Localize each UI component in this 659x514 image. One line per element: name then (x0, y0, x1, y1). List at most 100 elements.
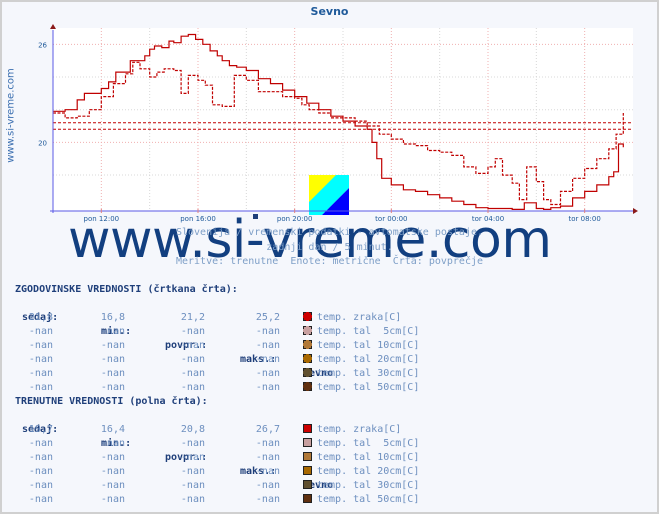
table-row: -nan -nan -nan -nan temp. tal 30cm[C] (15, 367, 419, 381)
legend-label: temp. tal 20cm[C] (317, 466, 420, 477)
plot-area: 2026pon 12:00 pon 16:00 pon 20:00 tor 00:00… (38, 24, 638, 223)
table-row: -nan -nan -nan -nan temp. tal 20cm[C] (15, 465, 419, 479)
value-now: -nan (28, 480, 53, 491)
value-min: 16,8 (100, 312, 125, 323)
table-row: -nan -nan -nan -nan temp. tal 10cm[C] (15, 451, 419, 465)
y-tick-label: 26 (38, 41, 47, 49)
value-now: -nan (28, 340, 53, 351)
legend-label: temp. tal 50cm[C] (317, 494, 420, 505)
color-swatch-icon (303, 368, 312, 377)
legend-item: temp. tal 30cm[C] (303, 367, 419, 381)
value-min: -nan (100, 368, 125, 379)
legend-label: temp. tal 50cm[C] (317, 382, 420, 393)
table-row: -nan -nan -nan -nan temp. tal 5cm[C] (15, 325, 419, 339)
historical-table: ZGODOVINSKE VREDNOSTI (črtkana črta): se… (15, 283, 419, 395)
value-min: -nan (100, 340, 125, 351)
legend-item: temp. tal 20cm[C] (303, 465, 419, 479)
y-axis-arrow-icon (50, 24, 56, 29)
current-table: TRENUTNE VREDNOSTI (polna črta): sedaj: … (15, 395, 419, 507)
table-row: 21,8 16,8 21,2 25,2 temp. zraka[C] (15, 311, 401, 325)
legend-label: temp. zraka[C] (317, 424, 402, 435)
value-max: -nan (255, 382, 280, 393)
value-avg: 21,2 (180, 312, 205, 323)
value-min: -nan (100, 354, 125, 365)
value-max: -nan (255, 438, 280, 449)
legend-label: temp. tal 10cm[C] (317, 340, 420, 351)
legend-item: temp. zraka[C] (303, 423, 401, 437)
legend-label: temp. tal 20cm[C] (317, 354, 420, 365)
value-now: 21,8 (28, 312, 53, 323)
value-min: -nan (100, 494, 125, 505)
value-max: -nan (255, 466, 280, 477)
value-avg: -nan (180, 438, 205, 449)
color-swatch-icon (303, 424, 312, 433)
legend-label: temp. tal 5cm[C] (317, 438, 420, 449)
value-max: 26,7 (255, 424, 280, 435)
table-row: -nan -nan -nan -nan temp. tal 5cm[C] (15, 437, 419, 451)
value-avg: -nan (180, 354, 205, 365)
value-now: -nan (28, 452, 53, 463)
value-now: -nan (28, 494, 53, 505)
color-swatch-icon (303, 312, 312, 321)
value-max: -nan (255, 354, 280, 365)
legend-label: temp. tal 5cm[C] (317, 326, 420, 337)
value-avg: -nan (180, 340, 205, 351)
table-row: -nan -nan -nan -nan temp. tal 10cm[C] (15, 339, 419, 353)
color-swatch-icon (303, 354, 312, 363)
x-axis-arrow-icon (633, 208, 638, 214)
x-tick-label: tor 08:00 (569, 215, 601, 223)
value-avg: -nan (180, 368, 205, 379)
legend-item: temp. tal 10cm[C] (303, 339, 419, 353)
value-max: -nan (255, 368, 280, 379)
legend-item: temp. tal 5cm[C] (303, 437, 419, 451)
table-row: -nan -nan -nan -nan temp. tal 50cm[C] (15, 493, 419, 507)
value-now: -nan (28, 438, 53, 449)
value-avg: 20,8 (180, 424, 205, 435)
legend-item: temp. zraka[C] (303, 311, 401, 325)
value-avg: -nan (180, 382, 205, 393)
value-avg: -nan (180, 326, 205, 337)
value-now: -nan (28, 368, 53, 379)
legend-item: temp. tal 50cm[C] (303, 381, 419, 395)
si-vreme-logo (309, 175, 349, 215)
value-avg: -nan (180, 452, 205, 463)
legend-label: temp. tal 30cm[C] (317, 480, 420, 491)
value-now: -nan (28, 326, 53, 337)
color-swatch-icon (303, 452, 312, 461)
value-min: 16,4 (100, 424, 125, 435)
value-max: -nan (255, 326, 280, 337)
legend-label: temp. zraka[C] (317, 312, 402, 323)
value-max: 25,2 (255, 312, 280, 323)
subtitle-line-1: Slovenija / vremenski podatki - avtomats… (175, 227, 484, 238)
historical-column-headers: sedaj: min.: povpr.: maks.: Sevno (15, 297, 333, 379)
value-max: -nan (255, 340, 280, 351)
value-now: -nan (28, 354, 53, 365)
subtitle-line-2: zadnji dan / 5 minut. (266, 242, 393, 253)
value-max: -nan (255, 480, 280, 491)
value-max: -nan (255, 452, 280, 463)
table-row: -nan -nan -nan -nan temp. tal 30cm[C] (15, 479, 419, 493)
legend-item: temp. tal 10cm[C] (303, 451, 419, 465)
value-min: -nan (100, 326, 125, 337)
value-now: -nan (28, 382, 53, 393)
value-now: -nan (28, 466, 53, 477)
table-row: 19,7 16,4 20,8 26,7 temp. zraka[C] (15, 423, 401, 437)
subtitle-line-3: Meritve: trenutne Enote: metrične Črta: … (175, 256, 484, 267)
value-now: 19,7 (28, 424, 53, 435)
legend-item: temp. tal 30cm[C] (303, 479, 419, 493)
y-tick-label: 20 (38, 139, 47, 147)
legend-item: temp. tal 50cm[C] (303, 493, 419, 507)
color-swatch-icon (303, 340, 312, 349)
color-swatch-icon (303, 480, 312, 489)
table-row: -nan -nan -nan -nan temp. tal 50cm[C] (15, 381, 419, 395)
historical-heading: ZGODOVINSKE VREDNOSTI (črtkana črta): (15, 284, 238, 295)
value-max: -nan (255, 494, 280, 505)
value-min: -nan (100, 480, 125, 491)
color-swatch-icon (303, 382, 312, 391)
color-swatch-icon (303, 438, 312, 447)
legend-label: temp. tal 10cm[C] (317, 452, 420, 463)
value-avg: -nan (180, 466, 205, 477)
table-row: -nan -nan -nan -nan temp. tal 20cm[C] (15, 353, 419, 367)
color-swatch-icon (303, 494, 312, 503)
current-column-headers: sedaj: min.: povpr.: maks.: Sevno (15, 409, 333, 491)
